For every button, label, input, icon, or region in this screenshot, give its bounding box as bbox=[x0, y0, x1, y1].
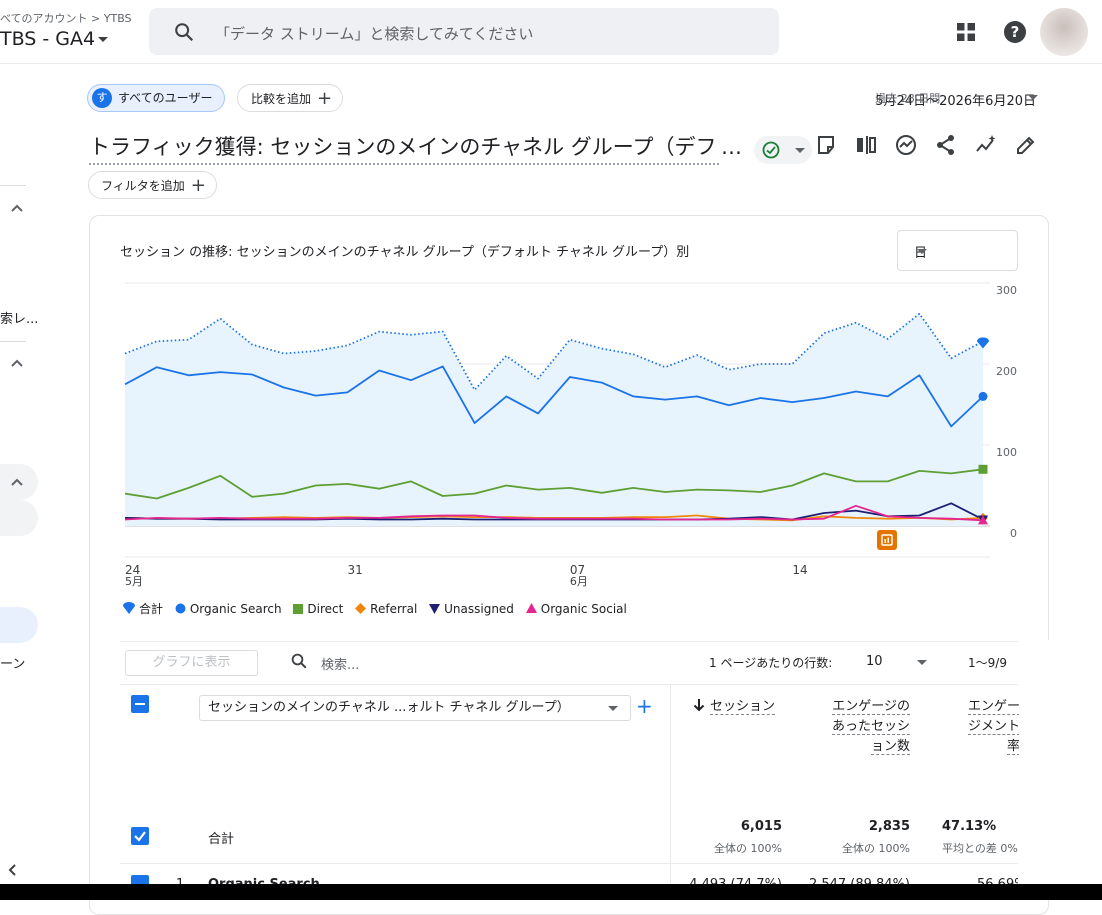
triangle-up-marker-icon bbox=[525, 603, 537, 613]
total-engaged-sessions: 2,835 bbox=[868, 819, 910, 834]
legend-label: Organic Social bbox=[540, 602, 627, 616]
legend-label: 合計 bbox=[139, 602, 164, 616]
y-tick-label: 200 bbox=[996, 365, 1017, 378]
total-sessions: 6,015 bbox=[740, 819, 782, 834]
chart-legend: 合計 Organic Search Direct Referral Unassi… bbox=[123, 600, 635, 617]
total-engaged-sub: 全体の 100% bbox=[842, 842, 910, 855]
dimension-label: セッションのメインのチャネル ...ォルト チャネル グループ） bbox=[208, 700, 570, 715]
table-divider bbox=[120, 863, 1018, 864]
rows-per-page-select[interactable]: 10 bbox=[866, 654, 883, 669]
legend-label: Direct bbox=[307, 602, 344, 616]
y-tick-label: 300 bbox=[996, 284, 1017, 297]
col-header-line: エンゲー bbox=[967, 699, 1020, 715]
x-tick-label: 31 bbox=[347, 563, 362, 577]
table-divider bbox=[120, 641, 1018, 642]
annotation-marker-icon[interactable] bbox=[877, 530, 897, 550]
legend-item-total[interactable]: 合計 bbox=[123, 600, 163, 617]
checkmark-icon bbox=[134, 831, 146, 842]
total-engagement-rate: 47.13% bbox=[942, 819, 997, 834]
chevron-down-icon bbox=[608, 706, 618, 711]
sidebar-item-selected[interactable] bbox=[0, 607, 38, 643]
table-divider bbox=[120, 684, 1018, 685]
col-header-line: ジメント bbox=[967, 719, 1020, 735]
rows-per-page-label: 1 ページあたりの行数: bbox=[709, 656, 833, 670]
total-row-checkbox[interactable] bbox=[131, 827, 149, 845]
col-header-label: セッション bbox=[710, 699, 776, 715]
col-header-line: エンゲージの bbox=[832, 699, 910, 715]
dimension-select[interactable]: セッションのメインのチャネル ...ォルト チャネル グループ） bbox=[199, 695, 631, 721]
screen-bottom-edge bbox=[0, 884, 1102, 900]
col-header-sessions[interactable]: セッション bbox=[693, 697, 776, 717]
legend-label: Referral bbox=[370, 602, 418, 616]
col-header-engaged-sessions[interactable]: エンゲージの あったセッシ ョン数 bbox=[831, 697, 910, 757]
collapse-sidebar-icon[interactable] bbox=[7, 863, 17, 877]
sessions-line-chart[interactable]: 3002001000 245月31 076月14 bbox=[0, 0, 1102, 600]
table-search-input[interactable]: 検索... bbox=[321, 654, 359, 673]
add-dimension-button[interactable]: + bbox=[636, 694, 653, 718]
circle-marker-icon bbox=[175, 603, 186, 614]
total-row-label: 合計 bbox=[208, 832, 235, 847]
col-header-line: あったセッシ bbox=[831, 719, 910, 735]
y-tick-label: 0 bbox=[1010, 527, 1017, 540]
legend-item-organic-social[interactable]: Organic Social bbox=[525, 602, 627, 616]
x-tick-month-label: 5月 bbox=[125, 575, 143, 588]
series-end-marker-organic-search bbox=[978, 391, 988, 401]
legend-item-referral[interactable]: Referral bbox=[355, 602, 417, 616]
chevron-down-icon[interactable] bbox=[917, 660, 927, 665]
column-divider bbox=[670, 684, 671, 900]
legend-item-organic-search[interactable]: Organic Search bbox=[175, 602, 282, 616]
pagination-label: 1〜9/9 bbox=[968, 656, 1007, 670]
search-icon bbox=[291, 653, 307, 669]
x-tick-label: 14 bbox=[792, 563, 807, 577]
square-marker-icon bbox=[293, 604, 304, 614]
col-header-line: ョン数 bbox=[870, 739, 910, 755]
arrow-down-icon bbox=[693, 699, 705, 712]
legend-label: Unassigned bbox=[444, 602, 514, 616]
y-tick-label: 100 bbox=[996, 446, 1017, 459]
legend-item-unassigned[interactable]: Unassigned bbox=[429, 602, 514, 616]
diamond-marker-icon bbox=[355, 603, 367, 614]
triangle-down-marker-icon bbox=[429, 604, 441, 614]
total-sessions-sub: 全体の 100% bbox=[714, 842, 782, 855]
card-overflow-mask bbox=[1019, 640, 1102, 890]
series-end-marker-direct bbox=[978, 464, 988, 474]
col-header-engagement-rate[interactable]: エンゲー ジメント 率 bbox=[967, 697, 1020, 757]
plot-rows-button[interactable]: グラフに表示 bbox=[125, 650, 258, 676]
legend-label: Organic Search bbox=[189, 602, 282, 616]
x-tick-month-label: 6月 bbox=[570, 575, 588, 588]
sidebar-item-truncated[interactable]: ーン bbox=[0, 653, 25, 672]
total-engagement-rate-sub: 平均との差 0% bbox=[942, 842, 1018, 855]
total-marker-icon bbox=[123, 602, 135, 614]
series-area-total bbox=[125, 313, 983, 526]
legend-item-direct[interactable]: Direct bbox=[293, 602, 343, 616]
select-all-checkbox[interactable] bbox=[131, 695, 149, 713]
